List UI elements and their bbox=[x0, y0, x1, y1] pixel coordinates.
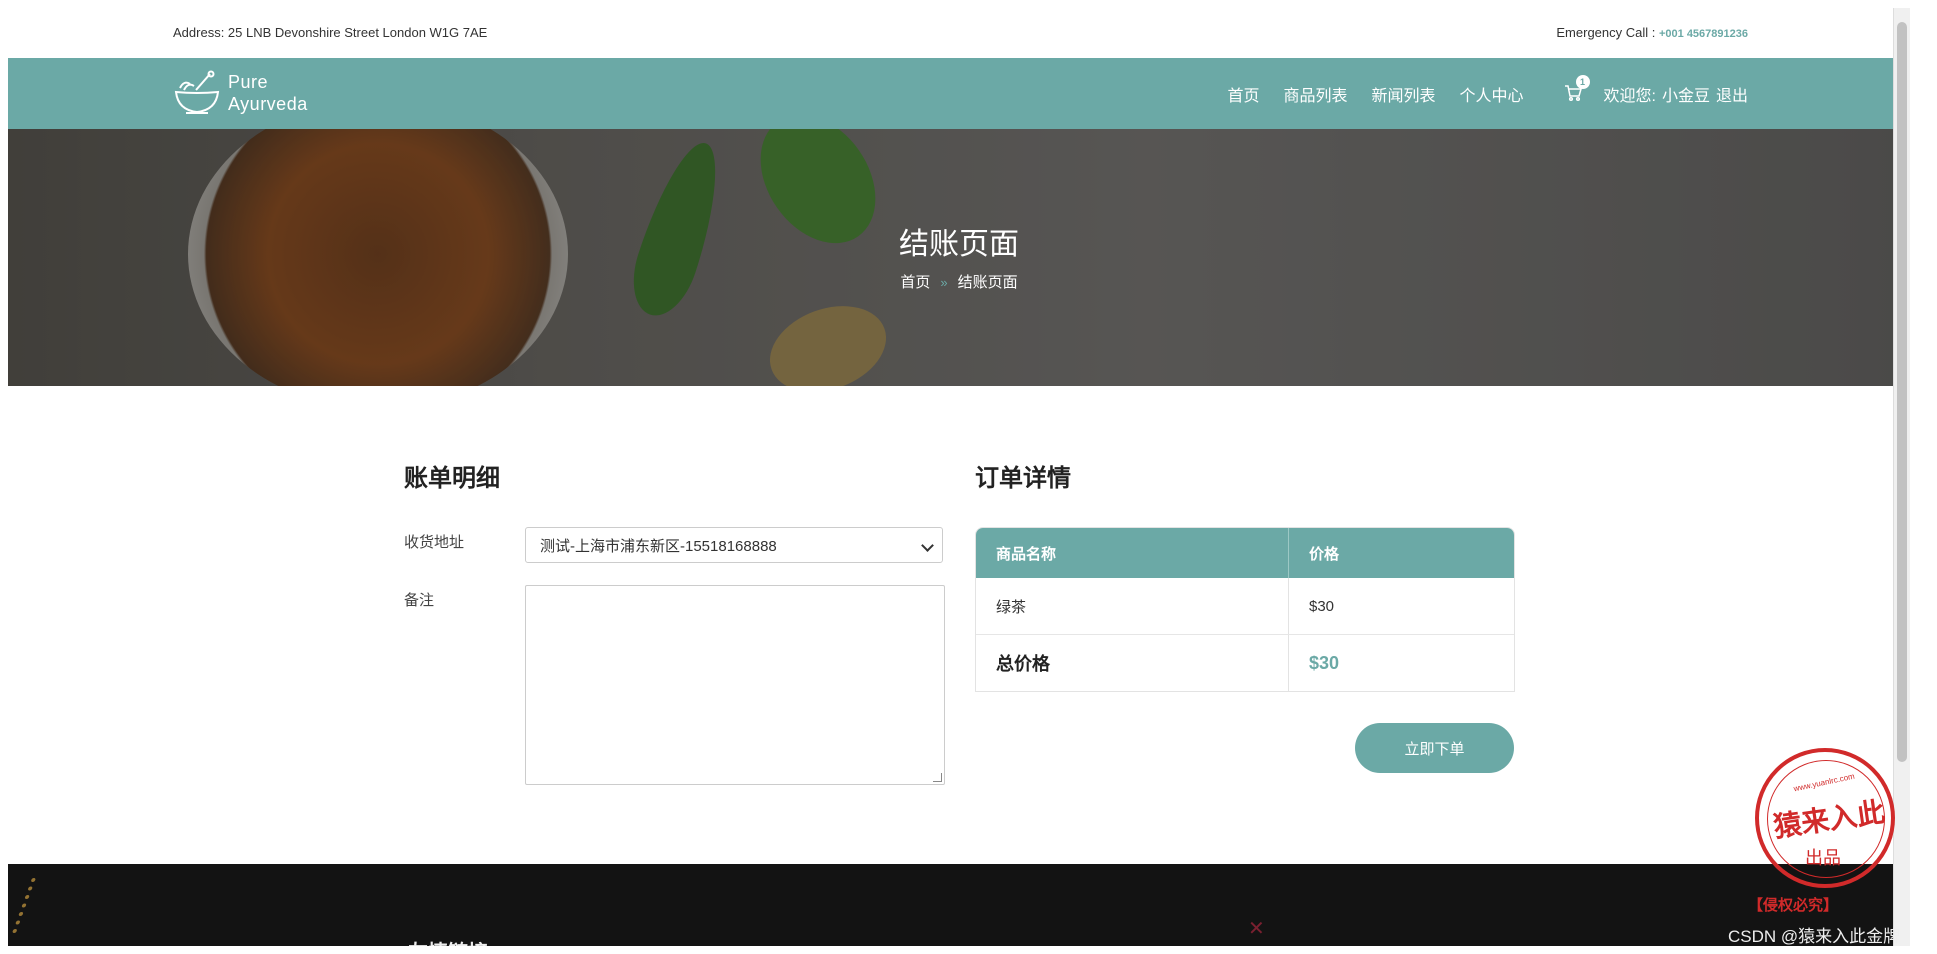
emergency-phone-link[interactable]: +001 4567891236 bbox=[1659, 28, 1748, 40]
username-link[interactable]: 小金豆 bbox=[1662, 82, 1710, 106]
table-header-row: 商品名称 价格 bbox=[976, 528, 1514, 578]
nav-item-product-list[interactable]: 商品列表 bbox=[1283, 82, 1347, 106]
footer-links-title: 友情链接 bbox=[408, 936, 488, 946]
top-info-bar: Address: 25 LNB Devonshire Street London… bbox=[8, 8, 1910, 58]
emergency-contact: Emergency Call : +001 4567891236 bbox=[1556, 25, 1748, 40]
breadcrumb: 首页 » 结账页面 bbox=[8, 271, 1910, 292]
site-logo[interactable]: Pure Ayurveda bbox=[172, 70, 308, 116]
nav-item-user-center[interactable]: 个人中心 bbox=[1460, 82, 1524, 106]
product-name-cell: 绿茶 bbox=[976, 578, 1289, 634]
resize-handle-icon[interactable] bbox=[933, 773, 942, 782]
total-label-cell: 总价格 bbox=[976, 635, 1289, 691]
address-select-value: 测试-上海市浦东新区-15518168888 bbox=[540, 537, 777, 555]
vertical-scrollbar[interactable] bbox=[1893, 8, 1910, 946]
table-total-row: 总价格 $30 bbox=[976, 635, 1514, 691]
page-title: 结账页面 bbox=[899, 227, 1019, 262]
column-header-price: 价格 bbox=[1309, 545, 1340, 563]
order-table: 商品名称 价格 绿茶 $30 总价格 $30 bbox=[975, 527, 1515, 692]
main-navbar: Pure Ayurveda 首页 商品列表 新闻列表 个人中心 1 欢迎您: 小… bbox=[8, 58, 1910, 129]
logo-line-2: Ayurveda bbox=[228, 94, 308, 114]
order-heading: 订单详情 bbox=[975, 465, 1071, 492]
cart-count-badge: 1 bbox=[1575, 74, 1590, 89]
browser-viewport: Address: 25 LNB Devonshire Street London… bbox=[8, 8, 1910, 946]
breadcrumb-home-link[interactable]: 首页 bbox=[900, 274, 930, 291]
address-label: 收货地址 bbox=[404, 534, 465, 551]
nav-item-home[interactable]: 首页 bbox=[1227, 82, 1259, 106]
table-row: 绿茶 $30 bbox=[976, 578, 1514, 635]
emergency-label: Emergency Call : bbox=[1556, 25, 1659, 40]
address-text: Address: 25 LNB Devonshire Street London… bbox=[173, 25, 488, 40]
footer: ✕ 友情链接 bbox=[8, 864, 1910, 946]
breadcrumb-current: 结账页面 bbox=[957, 274, 1018, 291]
note-label: 备注 bbox=[404, 592, 435, 609]
billing-heading: 账单明细 bbox=[404, 465, 500, 492]
welcome-text: 欢迎您: bbox=[1603, 87, 1656, 105]
csdn-credit-watermark: CSDN @猿来入此金牌 bbox=[1728, 927, 1901, 946]
note-textarea[interactable] bbox=[525, 585, 945, 785]
decorative-squiggle-icon bbox=[11, 878, 67, 933]
logo-text: Pure Ayurveda bbox=[228, 71, 308, 115]
logo-line-1: Pure bbox=[228, 72, 269, 92]
chevron-down-icon bbox=[921, 539, 934, 552]
cart-button[interactable]: 1 bbox=[1564, 74, 1590, 104]
product-price-cell: $30 bbox=[1309, 597, 1335, 615]
mortar-pestle-icon bbox=[174, 70, 220, 114]
breadcrumb-separator-icon: » bbox=[940, 275, 948, 290]
watermark-stamp: www.yuanlrc.com 猿来入此 出品 bbox=[1755, 748, 1895, 888]
column-header-product-name: 商品名称 bbox=[976, 528, 1289, 578]
page-banner: 结账页面 首页 » 结账页面 bbox=[8, 129, 1910, 386]
nav-menu: 首页 商品列表 新闻列表 个人中心 1 欢迎您: 小金豆 退出 bbox=[1203, 58, 1748, 129]
address-select[interactable]: 测试-上海市浦东新区-15518168888 bbox=[525, 527, 943, 563]
decorative-x-icon: ✕ bbox=[1248, 918, 1265, 940]
stamp-sub-text: 出品 bbox=[1805, 848, 1841, 869]
logout-link[interactable]: 退出 bbox=[1716, 82, 1748, 106]
nav-item-news-list[interactable]: 新闻列表 bbox=[1371, 82, 1435, 106]
place-order-button[interactable]: 立即下单 bbox=[1355, 723, 1514, 773]
total-value-cell: $30 bbox=[1309, 652, 1340, 673]
scrollbar-thumb[interactable] bbox=[1897, 22, 1907, 762]
copyright-notice: 【侵权必究】 bbox=[1748, 896, 1839, 914]
